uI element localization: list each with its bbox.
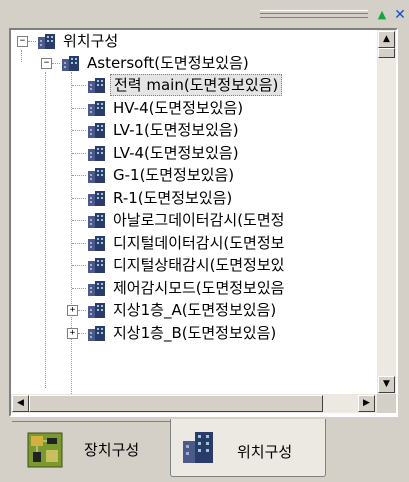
drag-grip[interactable] (260, 10, 368, 18)
tree-node-item[interactable]: 디지털데이터감시(도면정보 (11, 232, 377, 254)
tab-device-config[interactable]: 장치구성 (12, 421, 170, 473)
tree-line (72, 242, 86, 244)
tree-line (72, 287, 86, 289)
scroll-down-button[interactable]: ▼ (378, 376, 395, 393)
buildings-icon (62, 56, 79, 71)
tree-line (72, 265, 86, 266)
tree-line (72, 130, 86, 131)
tree-node-item[interactable]: + 지상1층_A(도면정보있음) (11, 299, 377, 321)
tree-node-item[interactable]: R-1(도면정보있음) (11, 187, 377, 209)
tree-line (72, 175, 86, 176)
buildings-icon (88, 325, 105, 341)
tree-line (78, 332, 86, 334)
tree-node-item[interactable]: HV-4(도면정보있음) (11, 97, 377, 119)
tree-line (72, 152, 86, 154)
buildings-icon (88, 78, 105, 93)
buildings-icon (88, 235, 105, 251)
tree-node-item[interactable]: LV-1(도면정보있음) (11, 119, 377, 141)
tree-line (52, 63, 60, 64)
tree-node-label: HV-4(도면정보있음) (113, 98, 244, 117)
tree-node-item[interactable]: 제어감시모드(도면정보있음 (11, 277, 377, 299)
tree-line (72, 107, 86, 109)
tree-node-item[interactable]: G-1(도면정보있음) (11, 164, 377, 186)
buildings-icon (88, 303, 105, 318)
scroll-up-button[interactable]: ▲ (378, 31, 395, 48)
scroll-thumb[interactable] (378, 48, 395, 58)
expand-toggle[interactable]: + (67, 305, 78, 316)
tree-line (72, 220, 86, 221)
tree-node-label: 지상1층_B(도면정보있음) (113, 323, 277, 342)
buildings-icon (88, 123, 105, 138)
tree-node-label: 지상1층_A(도면정보있음) (113, 301, 277, 319)
tree-node-label: Astersoft(도면정보있음) (87, 54, 249, 72)
buildings-icon (88, 258, 105, 273)
buildings-icon (38, 34, 55, 49)
collapse-toggle[interactable]: − (41, 58, 52, 69)
tree-node-label: 전력 main(도면정보있음) (110, 74, 283, 96)
tree-node-label: 아날로그데이터감시(도면정 (113, 211, 285, 229)
scroll-thumb[interactable] (29, 395, 323, 412)
tree-node-label: 디지털데이터감시(도면정보 (113, 233, 285, 252)
tab-location-config[interactable]: 위치구성 (170, 419, 326, 477)
horizontal-scrollbar[interactable]: ◀ ▶ (11, 394, 377, 413)
tree-line (28, 41, 36, 42)
tab-label: 장치구성 (84, 441, 140, 459)
location-tree-panel: − 위치구성 − Astersoft(도면정보있음) 전력 main(도면정보있… (9, 28, 398, 417)
buildings-icon (88, 190, 105, 206)
tree-node-label: 위치구성 (63, 32, 119, 50)
tree-node-item[interactable]: 디지털상태감시(도면정보있 (11, 254, 377, 276)
tree-view[interactable]: − 위치구성 − Astersoft(도면정보있음) 전력 main(도면정보있… (11, 30, 377, 394)
tree-node-item[interactable]: LV-4(도면정보있음) (11, 142, 377, 164)
view-tabs: 장치구성 위치구성 (0, 417, 409, 482)
buildings-icon (88, 145, 105, 161)
tree-node-label: LV-4(도면정보있음) (113, 143, 239, 162)
tree-node-company[interactable]: − Astersoft(도면정보있음) (11, 52, 377, 74)
buildings-icon (88, 280, 105, 296)
circuit-board-icon (27, 432, 63, 468)
close-icon[interactable]: ✕ (392, 7, 408, 23)
collapse-toggle[interactable]: − (17, 36, 28, 47)
buildings-icon (88, 100, 105, 116)
tree-node-item[interactable]: + 지상1층_B(도면정보있음) (11, 322, 377, 344)
tree-node-label: 제어감시모드(도면정보있음 (113, 278, 285, 297)
expand-toggle[interactable]: + (67, 327, 78, 339)
tab-label: 위치구성 (237, 443, 293, 461)
tree-node-label: LV-1(도면정보있음) (113, 121, 239, 139)
tree-node-item[interactable]: 아날로그데이터감시(도면정 (11, 209, 377, 231)
tree-node-label: R-1(도면정보있음) (113, 188, 233, 207)
scroll-right-button[interactable]: ▶ (358, 395, 375, 412)
vertical-scrollbar[interactable]: ▲ ▼ (377, 30, 396, 394)
buildings-icon (88, 213, 105, 228)
tree-node-root[interactable]: − 위치구성 (11, 30, 377, 52)
tree-line (78, 310, 86, 311)
tree-line (72, 85, 86, 86)
triangle-up-icon[interactable]: ▲ (374, 7, 390, 23)
buildings-icon (88, 168, 105, 183)
panel-titlebar: ▲ ✕ (0, 0, 409, 26)
buildings-icon (183, 432, 213, 463)
tree-node-label: G-1(도면정보있음) (113, 166, 235, 184)
scroll-corner (377, 394, 396, 413)
tree-node-item[interactable]: 전력 main(도면정보있음) (11, 74, 377, 96)
tree-line (72, 197, 86, 199)
scroll-left-button[interactable]: ◀ (12, 395, 29, 412)
tree-node-label: 디지털상태감시(도면정보있 (113, 256, 285, 274)
